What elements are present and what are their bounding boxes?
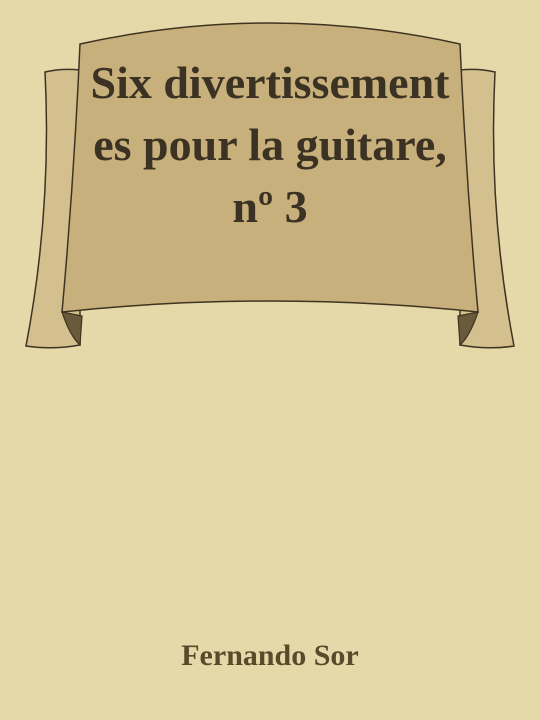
book-author: Fernando Sor	[181, 639, 359, 672]
book-title: Six divertissementes pour la guitare, nº…	[90, 57, 450, 232]
book-cover: Six divertissementes pour la guitare, nº…	[0, 0, 540, 720]
